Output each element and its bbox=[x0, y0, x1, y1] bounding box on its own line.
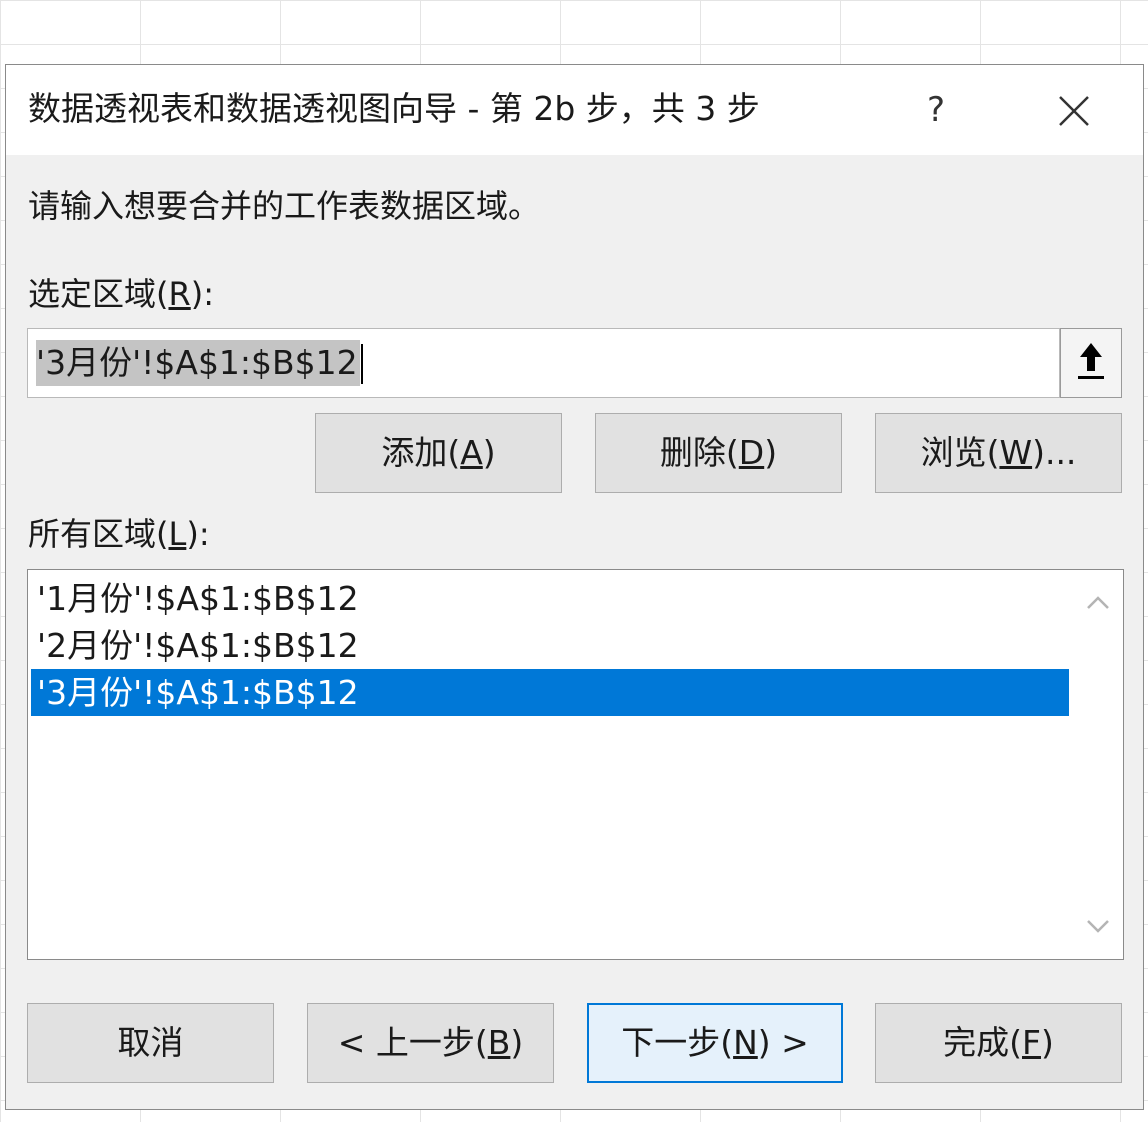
range-label-suffix: ): bbox=[190, 275, 214, 313]
range-input[interactable]: '3月份'!$A$1:$B$12 bbox=[27, 328, 1060, 398]
range-input-selection: '3月份'!$A$1:$B$12 bbox=[36, 340, 360, 386]
list-item[interactable]: '2月份'!$A$1:$B$12 bbox=[31, 622, 1069, 669]
delete-button[interactable]: 删除(D) bbox=[595, 413, 842, 493]
add-button-accesskey: A bbox=[460, 433, 483, 472]
next-button-label: 下一步( bbox=[621, 1023, 734, 1062]
back-button-suffix: ) bbox=[510, 1023, 524, 1062]
cancel-button[interactable]: 取消 bbox=[27, 1003, 274, 1083]
collapse-dialog-button[interactable] bbox=[1060, 328, 1122, 398]
next-button-accesskey: N bbox=[733, 1023, 758, 1062]
title-bar: 数据透视表和数据透视图向导 - 第 2b 步，共 3 步 ? bbox=[6, 65, 1143, 155]
all-ranges-listbox[interactable]: '1月份'!$A$1:$B$12 '2月份'!$A$1:$B$12 '3月份'!… bbox=[27, 569, 1124, 960]
next-button[interactable]: 下一步(N) > bbox=[587, 1003, 843, 1083]
scroll-down-button[interactable] bbox=[1083, 911, 1113, 941]
all-ranges-label-text: 所有区域( bbox=[28, 515, 169, 553]
range-label: 选定区域(R): bbox=[28, 271, 214, 317]
all-ranges-label: 所有区域(L): bbox=[28, 511, 210, 557]
scroll-up-button[interactable] bbox=[1083, 588, 1113, 618]
list-item-selected[interactable]: '3月份'!$A$1:$B$12 bbox=[31, 669, 1069, 716]
browse-button-suffix: )... bbox=[1032, 433, 1077, 472]
browse-button[interactable]: 浏览(W)... bbox=[875, 413, 1122, 493]
vertical-scrollbar[interactable] bbox=[1073, 570, 1123, 959]
delete-button-accesskey: D bbox=[738, 433, 765, 472]
chevron-down-icon bbox=[1087, 920, 1109, 933]
text-caret bbox=[361, 344, 363, 384]
help-button[interactable]: ? bbox=[908, 83, 964, 137]
back-button-accesskey: B bbox=[487, 1023, 511, 1062]
finish-button-label: 完成( bbox=[943, 1023, 1022, 1062]
all-ranges-label-accesskey: L bbox=[168, 515, 187, 553]
pivot-wizard-dialog: 数据透视表和数据透视图向导 - 第 2b 步，共 3 步 ? 请输入想要合并的工… bbox=[5, 64, 1144, 1110]
delete-button-label: 删除( bbox=[659, 433, 739, 472]
back-button[interactable]: < 上一步(B) bbox=[307, 1003, 554, 1083]
add-button-label: 添加( bbox=[381, 433, 461, 472]
add-button-suffix: ) bbox=[482, 433, 496, 472]
add-button[interactable]: 添加(A) bbox=[315, 413, 562, 493]
finish-button-suffix: ) bbox=[1040, 1023, 1054, 1062]
list-item[interactable]: '1月份'!$A$1:$B$12 bbox=[31, 575, 1069, 622]
chevron-up-icon bbox=[1087, 596, 1109, 609]
dialog-title: 数据透视表和数据透视图向导 - 第 2b 步，共 3 步 bbox=[28, 89, 760, 128]
close-button[interactable] bbox=[1042, 79, 1106, 143]
finish-button[interactable]: 完成(F) bbox=[875, 1003, 1122, 1083]
range-label-accesskey: R bbox=[168, 275, 191, 313]
browse-button-label: 浏览( bbox=[920, 433, 1000, 472]
range-label-text: 选定区域( bbox=[28, 275, 169, 313]
range-input-value: '3月份'!$A$1:$B$12 bbox=[36, 343, 358, 382]
instruction-text: 请输入想要合并的工作表数据区域。 bbox=[28, 187, 541, 225]
delete-button-suffix: ) bbox=[764, 433, 778, 472]
finish-button-accesskey: F bbox=[1022, 1023, 1041, 1062]
browse-button-accesskey: W bbox=[999, 433, 1033, 472]
arrow-up-icon bbox=[1078, 343, 1104, 379]
back-button-label: < 上一步( bbox=[337, 1023, 488, 1062]
all-ranges-label-suffix: ): bbox=[186, 515, 210, 553]
next-button-suffix: ) > bbox=[757, 1023, 809, 1062]
close-icon bbox=[1059, 96, 1089, 126]
